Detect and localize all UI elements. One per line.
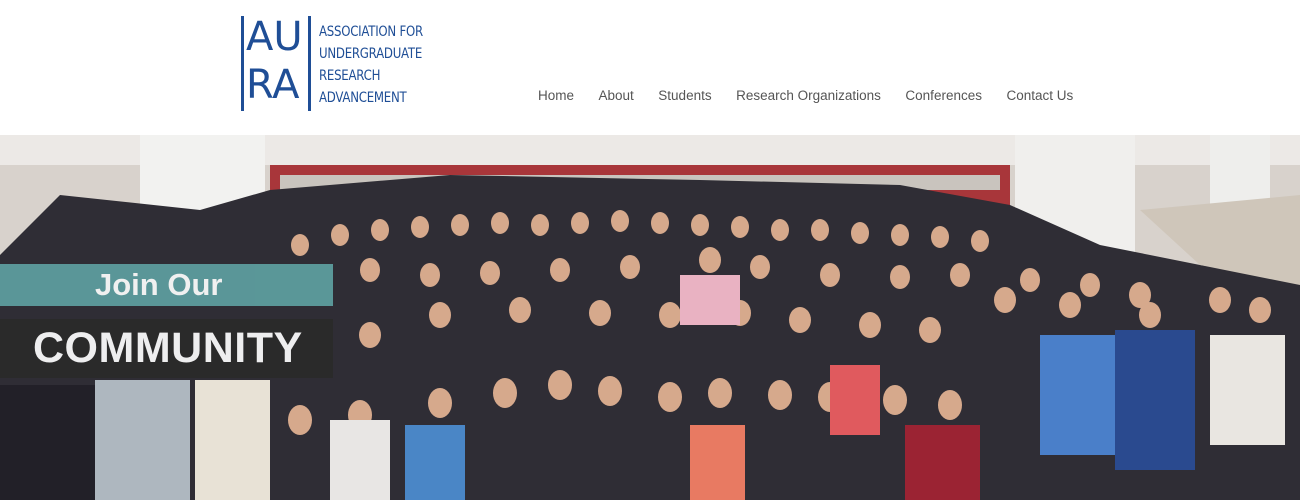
banner-community-text: COMMUNITY [33, 324, 303, 372]
logo-text-line: ADVANCEMENT [319, 90, 407, 106]
banner-join-our: Join Our [0, 264, 333, 306]
aura-logo[interactable]: AU RA ASSOCIATION FOR UNDERGRADUATE RESE… [241, 14, 423, 112]
nav-item-home[interactable]: Home [538, 88, 574, 108]
hero-section: Join Our COMMUNITY [0, 135, 1300, 500]
logo-text-line: UNDERGRADUATE [319, 46, 423, 62]
logo-text: ASSOCIATION FOR UNDERGRADUATE RESEARCH A… [319, 21, 423, 109]
logo-letters: AU RA [246, 14, 306, 110]
nav-item-conferences[interactable]: Conferences [905, 88, 982, 108]
logo-text-line: ASSOCIATION FOR [319, 24, 423, 40]
nav-item-contact-us[interactable]: Contact Us [1006, 88, 1073, 108]
site-header: AU RA ASSOCIATION FOR UNDERGRADUATE RESE… [0, 0, 1300, 135]
nav-item-research-organizations[interactable]: Research Organizations [736, 88, 881, 108]
banner-community: COMMUNITY [0, 319, 333, 378]
nav-item-about[interactable]: About [599, 88, 634, 108]
group-photo [0, 135, 1300, 500]
logo-text-line: RESEARCH [319, 68, 381, 84]
banner-join-our-text: Join Our [95, 267, 223, 302]
main-nav: Home About Students Research Organizatio… [538, 88, 1098, 108]
nav-item-students[interactable]: Students [658, 88, 711, 108]
logo-bar-right [308, 16, 311, 111]
logo-letters-ra: RA [246, 62, 300, 108]
logo-letters-au: AU [246, 14, 303, 60]
logo-bar-left [241, 16, 244, 111]
